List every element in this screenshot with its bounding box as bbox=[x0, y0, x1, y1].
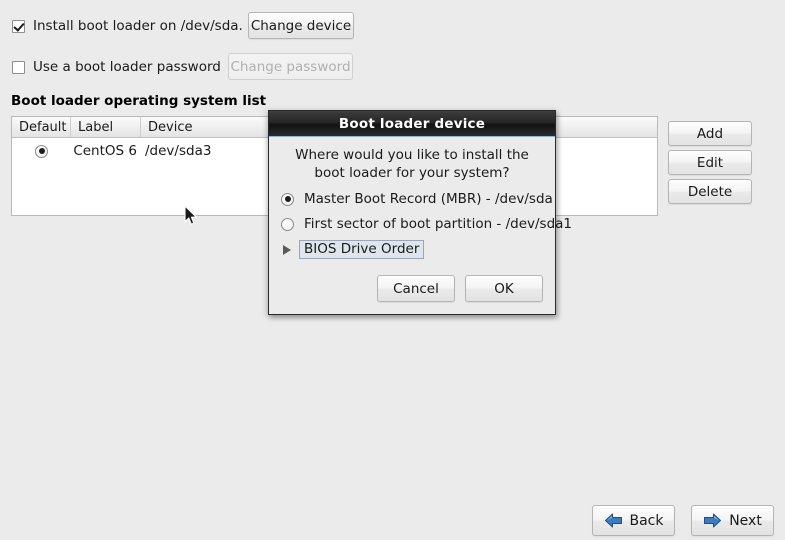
arrow-left-icon bbox=[604, 513, 622, 528]
mouse-cursor bbox=[184, 205, 197, 225]
use-boot-loader-password-label: Use a boot loader password bbox=[33, 59, 221, 75]
option-first-sector-row[interactable]: First sector of boot partition - /dev/sd… bbox=[281, 216, 572, 232]
column-header-label[interactable]: Label bbox=[71, 117, 141, 137]
option-mbr-label: Master Boot Record (MBR) - /dev/sda bbox=[304, 191, 553, 207]
row-label-cell: CentOS 6 bbox=[73, 143, 137, 159]
install-boot-loader-label: Install boot loader on /dev/sda. bbox=[33, 18, 243, 34]
column-header-default[interactable]: Default bbox=[12, 117, 71, 137]
option-first-sector-label: First sector of boot partition - /dev/sd… bbox=[304, 216, 573, 232]
chevron-right-icon[interactable] bbox=[283, 244, 291, 255]
change-password-button: Change password bbox=[228, 53, 353, 80]
change-device-button[interactable]: Change device bbox=[248, 12, 354, 39]
delete-button[interactable]: Delete bbox=[668, 179, 752, 204]
cancel-button[interactable]: Cancel bbox=[377, 275, 455, 302]
arrow-right-icon bbox=[704, 513, 722, 528]
dialog-body: Where would you like to install the boot… bbox=[269, 137, 572, 315]
add-button[interactable]: Add bbox=[668, 121, 752, 146]
dialog-action-buttons: Cancel OK bbox=[377, 275, 543, 302]
back-button[interactable]: Back bbox=[592, 505, 675, 536]
boot-loader-device-dialog: Boot loader device Where would you like … bbox=[268, 110, 572, 315]
bios-drive-order-row[interactable]: BIOS Drive Order bbox=[281, 240, 543, 259]
os-list-actions: Add Edit Delete bbox=[668, 121, 752, 208]
dialog-prompt-line-1: Where would you like to install the bbox=[295, 147, 529, 163]
navigation-buttons: Back Next bbox=[592, 505, 774, 536]
edit-button[interactable]: Edit bbox=[668, 150, 752, 175]
os-list-heading: Boot loader operating system list bbox=[11, 93, 267, 109]
install-boot-loader-checkbox[interactable] bbox=[12, 19, 25, 33]
install-boot-loader-row[interactable]: Install boot loader on /dev/sda. bbox=[12, 18, 243, 34]
next-button[interactable]: Next bbox=[691, 505, 774, 536]
dialog-titlebar[interactable]: Boot loader device bbox=[269, 111, 555, 137]
next-button-label: Next bbox=[729, 512, 762, 529]
use-boot-loader-password-checkbox[interactable] bbox=[12, 60, 25, 74]
row-default-cell[interactable] bbox=[12, 138, 71, 164]
use-boot-loader-password-row[interactable]: Use a boot loader password bbox=[12, 59, 221, 75]
option-first-sector-radio[interactable] bbox=[281, 217, 294, 231]
option-mbr-radio[interactable] bbox=[281, 192, 294, 206]
option-mbr-row[interactable]: Master Boot Record (MBR) - /dev/sda bbox=[281, 191, 553, 207]
ok-button[interactable]: OK bbox=[465, 275, 543, 302]
default-radio[interactable] bbox=[35, 144, 48, 158]
back-button-label: Back bbox=[629, 512, 664, 529]
dialog-title: Boot loader device bbox=[338, 115, 486, 132]
dialog-prompt-line-2: boot loader for your system? bbox=[314, 165, 510, 181]
bios-drive-order-label[interactable]: BIOS Drive Order bbox=[299, 240, 425, 259]
dialog-prompt: Where would you like to install the boot… bbox=[281, 146, 543, 182]
